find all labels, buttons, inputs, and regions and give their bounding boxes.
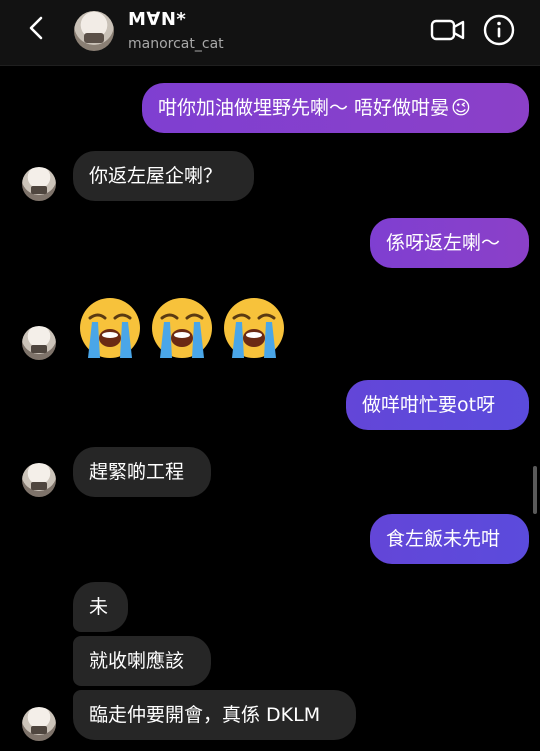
avatar[interactable] bbox=[22, 463, 56, 497]
outgoing-message[interactable]: 做咩咁忙要ot呀 bbox=[346, 380, 529, 430]
info-circle-icon[interactable] bbox=[483, 14, 515, 46]
avatar[interactable] bbox=[22, 167, 56, 201]
chat-header: M∀N* manorcat_cat bbox=[0, 0, 540, 66]
message-text: 做咩咁忙要ot呀 bbox=[362, 394, 496, 416]
outgoing-message[interactable]: 係呀返左喇～ bbox=[370, 218, 529, 268]
scrollbar[interactable] bbox=[533, 466, 537, 514]
message-text: 未 bbox=[89, 596, 109, 618]
incoming-message[interactable]: 臨走仲要開會，真係 DKLM bbox=[73, 690, 356, 740]
wink-emoji: 😉 bbox=[451, 97, 471, 119]
header-avatar[interactable] bbox=[74, 11, 114, 51]
message-text: 趕緊啲工程 bbox=[89, 461, 185, 483]
avatar[interactable] bbox=[22, 326, 56, 360]
incoming-message[interactable]: 趕緊啲工程 bbox=[73, 447, 211, 497]
message-text: 食左飯未先咁 bbox=[386, 528, 501, 550]
incoming-message[interactable]: 就收喇應該 bbox=[73, 636, 211, 686]
loudly-crying-face-icon bbox=[152, 298, 212, 358]
message-text: 咁你加油做埋野先喇～ 唔好做咁晏 bbox=[158, 97, 450, 119]
message-text: 你返左屋企喇？ bbox=[89, 165, 223, 187]
loudly-crying-face-icon bbox=[224, 298, 284, 358]
loudly-crying-face-icon bbox=[80, 298, 140, 358]
incoming-message[interactable]: 未 bbox=[73, 582, 128, 632]
contact-handle[interactable]: manorcat_cat bbox=[128, 36, 224, 52]
incoming-message[interactable]: 你返左屋企喇？ bbox=[73, 151, 254, 201]
emoji-message[interactable] bbox=[78, 296, 286, 360]
contact-name[interactable]: M∀N* bbox=[128, 9, 186, 30]
outgoing-message[interactable]: 咁你加油做埋野先喇～ 唔好做咁晏 😉 bbox=[142, 83, 529, 133]
message-text: 就收喇應該 bbox=[89, 650, 185, 672]
outgoing-message[interactable]: 食左飯未先咁 bbox=[370, 514, 529, 564]
message-thread[interactable]: 咁你加油做埋野先喇～ 唔好做咁晏 😉 你返左屋企喇？ 係呀返左喇～ 做咩咁忙要o… bbox=[0, 66, 540, 751]
message-text: 係呀返左喇～ bbox=[386, 232, 501, 254]
avatar[interactable] bbox=[22, 707, 56, 741]
video-camera-icon[interactable] bbox=[430, 14, 466, 46]
chevron-left-icon[interactable] bbox=[24, 14, 52, 42]
message-text: 臨走仲要開會，真係 DKLM bbox=[89, 704, 321, 726]
